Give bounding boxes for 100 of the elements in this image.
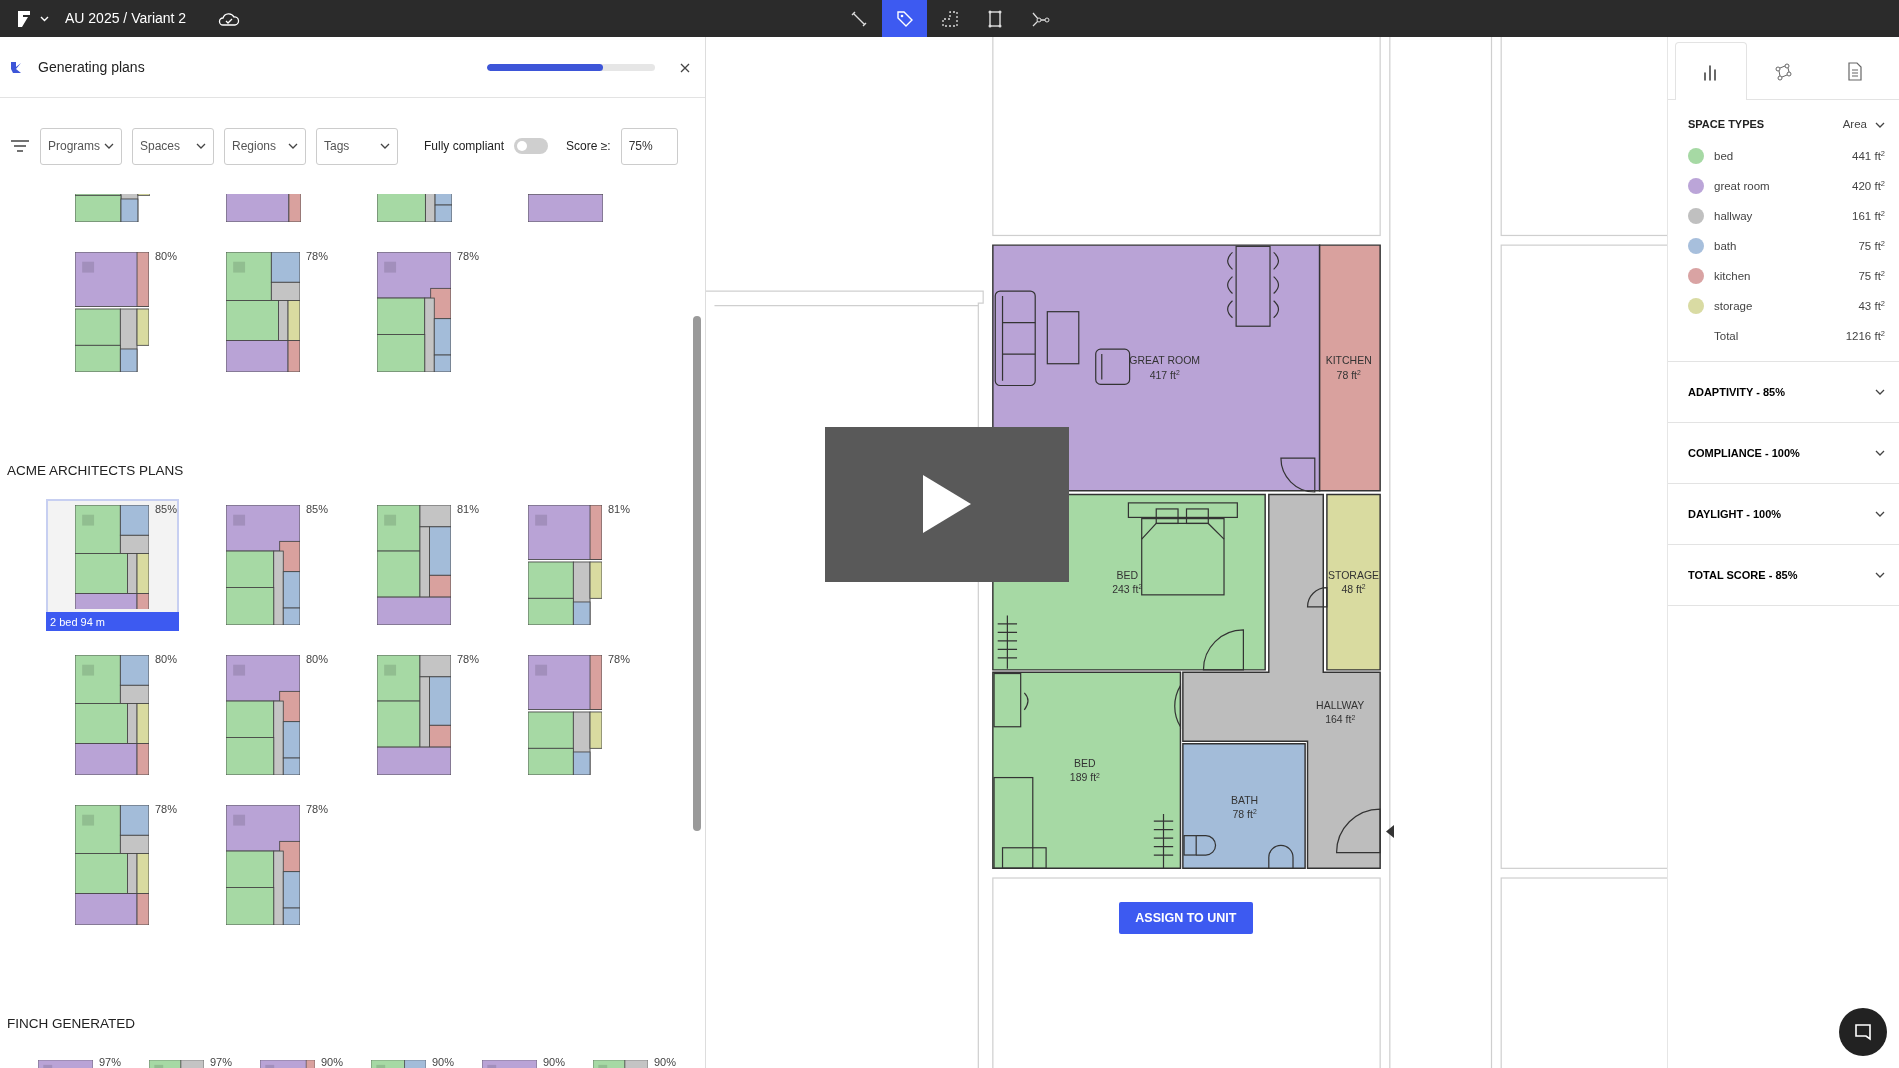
chat-icon	[1853, 1022, 1873, 1042]
room-name: BED	[1115, 567, 1139, 582]
floor-plan-thumbnail-drawing[interactable]	[377, 505, 451, 625]
plan-card[interactable]: 78%	[197, 799, 330, 931]
plan-card[interactable]: 97%	[147, 1052, 247, 1068]
coffee-table-drawing	[1046, 311, 1080, 365]
play-button[interactable]	[824, 426, 1070, 582]
assign-button[interactable]: ASSIGN TO UNIT	[1118, 902, 1254, 934]
plan-card[interactable]: 78%	[348, 649, 481, 781]
floor-plan-thumbnail-drawing[interactable]	[528, 505, 602, 625]
floor-plan-thumbnail-drawing[interactable]	[377, 252, 451, 372]
plan-card[interactable]: 85%	[197, 499, 330, 631]
filter-icon[interactable]	[10, 139, 30, 153]
filter-dropdown[interactable]: Tags	[316, 127, 398, 165]
plan-card[interactable]: 80%	[46, 246, 179, 378]
floor-plan-thumbnail-drawing[interactable]	[226, 805, 300, 925]
room-name: GREAT ROOM	[1129, 353, 1201, 368]
tag-icon	[894, 8, 915, 29]
metric-dropdown[interactable]: Area	[1842, 116, 1885, 134]
plan-card[interactable]: 81%	[348, 499, 481, 631]
room-area[interactable]	[992, 244, 1321, 492]
chevron-icon	[1875, 389, 1885, 396]
room-name: STORAGE	[1327, 567, 1380, 582]
floor-plan-thumbnail-drawing[interactable]	[226, 252, 300, 372]
score-value: 85%	[154, 502, 177, 517]
chevron-icon	[1875, 450, 1885, 457]
room-area[interactable]	[1318, 244, 1381, 492]
score-value: 90%	[321, 1055, 344, 1068]
room-area-label: 48 ft$^{2}$	[1340, 581, 1367, 596]
plan-card[interactable]: 90%	[591, 1052, 691, 1068]
toggle-switch[interactable]	[514, 138, 549, 154]
score-value: 81%	[456, 502, 479, 517]
room-area[interactable]	[1182, 493, 1381, 870]
space-type-area: 161 ft$^{2}$	[1852, 207, 1885, 225]
plan-card[interactable]: 78%	[197, 246, 330, 378]
plan-card[interactable]: 78%	[348, 246, 481, 378]
plan-caption: 2 bed 94 m	[46, 612, 179, 631]
score-value: 90%	[543, 1055, 566, 1068]
space-type-name: bath	[1714, 238, 1737, 254]
chevron-icon	[1875, 511, 1885, 518]
section-heading: SPACE TYPES	[1688, 117, 1765, 133]
score-value: 78%	[456, 652, 479, 667]
score-value: 80%	[154, 249, 177, 264]
score-value: 90%	[432, 1055, 455, 1068]
logo-icon[interactable]	[16, 9, 32, 28]
project-title: AU 2025 / Variant 2	[65, 9, 187, 28]
armchair-drawing	[1095, 348, 1131, 385]
room-area-label: 417 ft$^{2}$	[1148, 367, 1181, 382]
score-value: 90%	[654, 1055, 677, 1068]
plan-card[interactable]: 90%	[480, 1052, 580, 1068]
score-value: 97%	[99, 1055, 122, 1068]
filter-dropdown[interactable]: Programs	[40, 127, 122, 165]
plan-card[interactable]: 90%	[258, 1052, 358, 1068]
app-logo-icon	[10, 60, 22, 74]
room-area[interactable]	[1182, 742, 1306, 870]
room-area-label: 164 ft$^{2}$	[1324, 712, 1357, 727]
section-title: FINCH GENERATED	[7, 1015, 136, 1033]
space-type-area: 420 ft$^{2}$	[1852, 177, 1885, 195]
panel-title: Generating plans	[38, 57, 145, 77]
desk-drawing	[993, 672, 1029, 728]
room-area-label: 78 ft$^{2}$	[1335, 367, 1362, 382]
room-area-label: 189 ft$^{2}$	[1069, 770, 1100, 785]
door-swing-drawing	[1280, 457, 1316, 493]
plan-card[interactable]: 78%	[46, 799, 179, 931]
cloud-check-icon	[218, 11, 241, 26]
room-name: KITCHEN	[1325, 353, 1372, 368]
plan-card[interactable]: 78%	[499, 649, 632, 781]
score-field[interactable]: 75%	[620, 127, 678, 165]
chevron-icon[interactable]	[40, 15, 49, 22]
space-type-area: 75 ft$^{2}$	[1858, 267, 1885, 285]
plan-card[interactable]: 85% 2 bed 94 m	[46, 499, 179, 631]
floor-plan-thumbnail-drawing[interactable]	[528, 655, 602, 775]
score-value: 78%	[305, 802, 328, 817]
floor-plan-thumbnail-drawing[interactable]	[75, 252, 149, 372]
filter-dropdown[interactable]: Regions	[224, 127, 306, 165]
room-area[interactable]	[1326, 493, 1381, 671]
room-name: HALLWAY	[1316, 698, 1365, 713]
door-swing-drawing	[1306, 587, 1328, 608]
collapse-handle-icon[interactable]	[1386, 824, 1396, 838]
room-area[interactable]	[992, 671, 1182, 870]
network-icon	[1772, 60, 1794, 83]
space-type-area: 1216 ft$^{2}$	[1845, 327, 1885, 345]
score-value: 78%	[456, 249, 479, 264]
tool-button[interactable]	[882, 0, 927, 37]
floor-plan-thumbnail-drawing[interactable]	[377, 655, 451, 775]
floor-plan-thumbnail-drawing[interactable]	[75, 505, 149, 609]
floor-plan-thumbnail-drawing[interactable]	[226, 505, 300, 625]
plan-card[interactable]: 81%	[499, 499, 632, 631]
plan-card[interactable]: 90%	[369, 1052, 469, 1068]
space-type-name: storage	[1714, 298, 1753, 314]
floor-plan-thumbnail-drawing[interactable]	[75, 805, 149, 925]
space-type-name: bed	[1714, 148, 1734, 164]
filter-dropdown[interactable]: Spaces	[132, 127, 214, 165]
dashed-area-icon	[939, 8, 960, 29]
score-value: 81%	[607, 502, 630, 517]
plan-card[interactable]: 97%	[36, 1052, 136, 1068]
floor-plan-thumbnail-drawing[interactable]	[75, 655, 149, 775]
plan-card[interactable]: 80%	[197, 649, 330, 781]
plan-card[interactable]: 80%	[46, 649, 179, 781]
floor-plan-thumbnail-drawing[interactable]	[226, 655, 300, 775]
